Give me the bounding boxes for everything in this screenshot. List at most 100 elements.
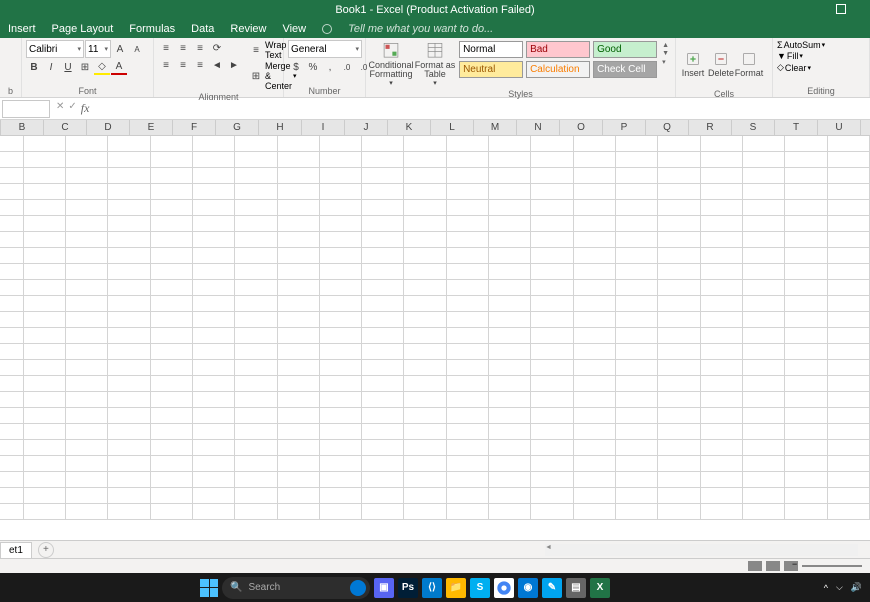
cell[interactable] <box>447 136 489 152</box>
cell[interactable] <box>362 376 404 392</box>
cell[interactable] <box>531 248 573 264</box>
cell[interactable] <box>658 232 700 248</box>
cell[interactable] <box>24 408 66 424</box>
cell[interactable] <box>531 408 573 424</box>
cell[interactable] <box>447 280 489 296</box>
cell[interactable] <box>362 360 404 376</box>
cell[interactable] <box>489 504 531 520</box>
cell[interactable] <box>66 376 108 392</box>
delete-cells-button[interactable]: Delete <box>708 40 734 88</box>
cell[interactable] <box>828 184 870 200</box>
menu-view[interactable]: View <box>282 23 306 35</box>
cell[interactable] <box>616 424 658 440</box>
fx-icon[interactable]: fx <box>81 101 90 116</box>
indent-decrease-icon[interactable]: ◄ <box>209 57 225 73</box>
cell-style-calculation[interactable]: Calculation <box>526 61 590 78</box>
cell[interactable] <box>235 424 277 440</box>
cell[interactable] <box>743 200 785 216</box>
cell[interactable] <box>828 152 870 168</box>
cell[interactable] <box>743 392 785 408</box>
cell[interactable] <box>151 328 193 344</box>
cell[interactable] <box>278 296 320 312</box>
cell[interactable] <box>404 136 446 152</box>
fill-button[interactable]: ▼ Fill▾ <box>777 51 825 61</box>
cell[interactable] <box>235 360 277 376</box>
cell[interactable] <box>278 232 320 248</box>
cell[interactable] <box>151 152 193 168</box>
cell[interactable] <box>828 392 870 408</box>
cell[interactable] <box>320 504 362 520</box>
cell[interactable] <box>489 248 531 264</box>
cell[interactable] <box>320 424 362 440</box>
cell[interactable] <box>404 296 446 312</box>
cell[interactable] <box>108 312 150 328</box>
cell[interactable] <box>574 248 616 264</box>
cell[interactable] <box>320 216 362 232</box>
cell[interactable] <box>531 312 573 328</box>
cell[interactable] <box>616 136 658 152</box>
cell[interactable] <box>278 488 320 504</box>
cell-style-neutral[interactable]: Neutral <box>459 61 523 78</box>
cell[interactable] <box>743 440 785 456</box>
cell[interactable] <box>574 136 616 152</box>
cell[interactable] <box>447 488 489 504</box>
cell[interactable] <box>404 248 446 264</box>
cell[interactable] <box>489 360 531 376</box>
cell[interactable] <box>489 408 531 424</box>
cell[interactable] <box>24 296 66 312</box>
cell[interactable] <box>24 280 66 296</box>
cell[interactable] <box>24 152 66 168</box>
cell[interactable] <box>0 312 24 328</box>
cell[interactable] <box>362 312 404 328</box>
cell[interactable] <box>658 136 700 152</box>
cell[interactable] <box>743 360 785 376</box>
cell[interactable] <box>362 424 404 440</box>
cell[interactable] <box>362 504 404 520</box>
cell[interactable] <box>235 408 277 424</box>
cell[interactable] <box>785 200 827 216</box>
menu-page-layout[interactable]: Page Layout <box>52 23 114 35</box>
cell[interactable] <box>616 440 658 456</box>
cell[interactable] <box>362 456 404 472</box>
cell[interactable] <box>743 456 785 472</box>
cell[interactable] <box>743 328 785 344</box>
cell[interactable] <box>531 216 573 232</box>
add-sheet-button[interactable]: + <box>38 542 54 558</box>
cell[interactable] <box>616 504 658 520</box>
cell[interactable] <box>151 472 193 488</box>
column-header[interactable]: L <box>431 120 474 135</box>
cell[interactable] <box>278 184 320 200</box>
cell[interactable] <box>24 472 66 488</box>
column-header[interactable]: C <box>44 120 87 135</box>
cell[interactable] <box>489 296 531 312</box>
cell[interactable] <box>362 280 404 296</box>
cell[interactable] <box>658 184 700 200</box>
cell[interactable] <box>658 168 700 184</box>
menu-formulas[interactable]: Formulas <box>129 23 175 35</box>
cell[interactable] <box>235 344 277 360</box>
cell[interactable] <box>616 328 658 344</box>
merge-icon[interactable]: ⊞ <box>248 68 264 84</box>
cell[interactable] <box>658 360 700 376</box>
cell[interactable] <box>193 248 235 264</box>
cell[interactable] <box>574 312 616 328</box>
cell[interactable] <box>66 232 108 248</box>
cell[interactable] <box>0 264 24 280</box>
cell[interactable] <box>278 312 320 328</box>
cell[interactable] <box>0 488 24 504</box>
cell[interactable] <box>108 456 150 472</box>
cell[interactable] <box>828 408 870 424</box>
cell[interactable] <box>489 440 531 456</box>
cell[interactable] <box>574 280 616 296</box>
cell[interactable] <box>24 424 66 440</box>
cell[interactable] <box>362 232 404 248</box>
cell[interactable] <box>24 392 66 408</box>
cell[interactable] <box>108 376 150 392</box>
cell[interactable] <box>362 216 404 232</box>
cell[interactable] <box>151 344 193 360</box>
cell[interactable] <box>193 472 235 488</box>
cell[interactable] <box>489 200 531 216</box>
cell[interactable] <box>447 408 489 424</box>
cell[interactable] <box>24 440 66 456</box>
cell[interactable] <box>743 136 785 152</box>
